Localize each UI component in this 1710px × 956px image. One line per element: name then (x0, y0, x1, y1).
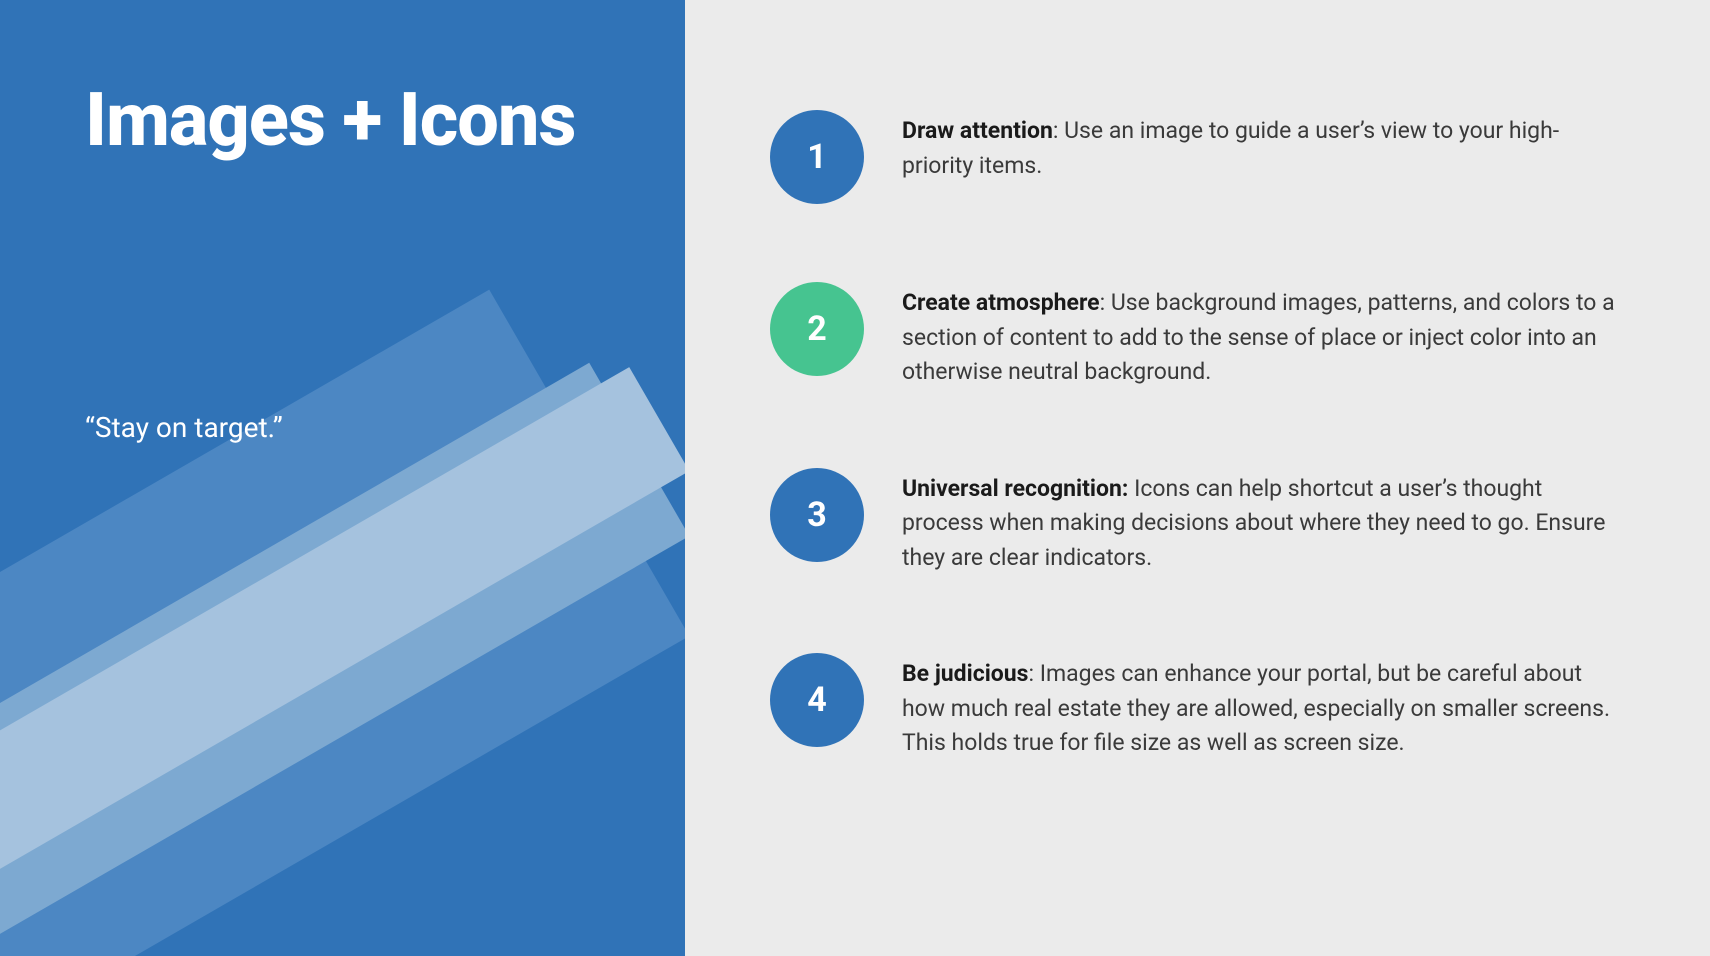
list-item: 2 Create atmosphere: Use background imag… (770, 282, 1625, 390)
number-badge-4: 4 (770, 653, 864, 747)
presentation-slide: Images + Icons “Stay on target.” 1 Draw … (0, 0, 1710, 956)
item-bold-label: Universal recognition: (902, 475, 1128, 502)
item-separator: : (1028, 660, 1039, 687)
list-item: 1 Draw attention: Use an image to guide … (770, 110, 1625, 204)
slide-quote: “Stay on target.” (85, 411, 685, 444)
item-separator: : (1053, 117, 1064, 144)
item-text: Draw attention: Use an image to guide a … (902, 110, 1625, 183)
item-separator: : (1100, 289, 1111, 316)
item-bold-label: Be judicious (902, 660, 1028, 687)
item-text: Create atmosphere: Use background images… (902, 282, 1625, 390)
left-panel: Images + Icons “Stay on target.” (0, 0, 685, 956)
item-text: Universal recognition: Icons can help sh… (902, 468, 1625, 576)
right-panel: 1 Draw attention: Use an image to guide … (685, 0, 1710, 956)
number-badge-2: 2 (770, 282, 864, 376)
list-item: 3 Universal recognition: Icons can help … (770, 468, 1625, 576)
number-badge-3: 3 (770, 468, 864, 562)
slide-title: Images + Icons (85, 80, 685, 161)
list-item: 4 Be judicious: Images can enhance your … (770, 653, 1625, 761)
item-bold-label: Draw attention (902, 117, 1053, 144)
item-text: Be judicious: Images can enhance your po… (902, 653, 1625, 761)
number-badge-1: 1 (770, 110, 864, 204)
item-bold-label: Create atmosphere (902, 289, 1100, 316)
